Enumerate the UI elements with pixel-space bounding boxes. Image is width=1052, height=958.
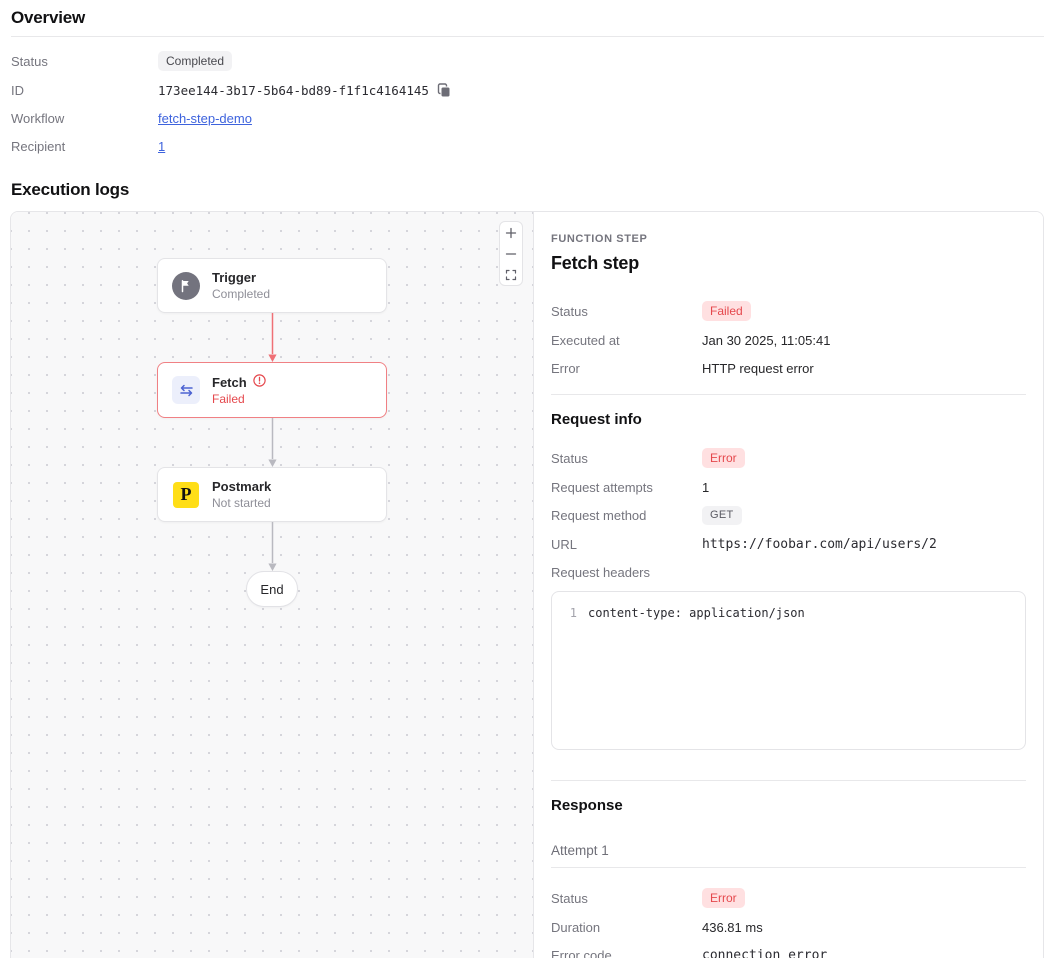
method-badge: GET: [702, 506, 742, 525]
step-type-label: FUNCTION STEP: [551, 233, 1026, 245]
node-title: Fetch: [212, 375, 247, 390]
field-label: Status: [11, 54, 158, 69]
execution-logs-title: Execution logs: [11, 180, 1044, 200]
url-value: https://foobar.com/api/users/2: [702, 537, 937, 552]
request-row-attempts: Request attempts 1: [551, 478, 1026, 496]
node-trigger[interactable]: Trigger Completed: [157, 258, 387, 313]
line-number: 1: [552, 605, 588, 622]
overview-title: Overview: [11, 8, 1044, 28]
edge-trigger-fetch: [266, 313, 279, 363]
zoom-in-icon[interactable]: [500, 222, 522, 243]
executed-at-value: Jan 30 2025, 11:05:41: [702, 333, 830, 348]
execution-logs-container: Trigger Completed Fetch: [10, 211, 1044, 958]
request-headers-code-block[interactable]: 1 content-type: application/json: [551, 591, 1026, 750]
copy-icon[interactable]: [437, 83, 451, 97]
field-label: ID: [11, 83, 158, 98]
edge-fetch-postmark: [266, 418, 279, 468]
status-badge: Completed: [158, 51, 232, 71]
fit-view-icon[interactable]: [500, 264, 522, 285]
workflow-canvas[interactable]: Trigger Completed Fetch: [11, 212, 534, 958]
error-code-value: connection_error: [702, 948, 827, 958]
response-row-duration: Duration 436.81 ms: [551, 918, 1026, 936]
field-label: Workflow: [11, 111, 158, 126]
field-label: Error code: [551, 948, 702, 958]
node-status: Failed: [212, 392, 266, 406]
divider: [551, 867, 1026, 868]
field-label: Status: [551, 891, 702, 906]
node-title: Trigger: [212, 270, 270, 285]
workflow-link[interactable]: fetch-step-demo: [158, 111, 252, 126]
request-info-rows: Status Error Request attempts 1 Request …: [551, 448, 1026, 581]
request-row-url: URL https://foobar.com/api/users/2: [551, 535, 1026, 553]
error-info-icon: [253, 374, 266, 390]
request-row-status: Status Error: [551, 448, 1026, 468]
transaction-id: 173ee144-3b17-5b64-bd89-f1f1c4164145: [158, 83, 429, 98]
node-status: Not started: [212, 496, 271, 510]
divider: [551, 394, 1026, 395]
field-label: Recipient: [11, 139, 158, 154]
zoom-out-icon[interactable]: [500, 243, 522, 264]
field-label: Status: [551, 451, 702, 466]
overview-row-id: ID 173ee144-3b17-5b64-bd89-f1f1c4164145: [11, 81, 1044, 99]
canvas-controls: [499, 221, 523, 286]
response-row-error-code: Error code connection_error: [551, 946, 1026, 958]
summary-row-error: Error HTTP request error: [551, 359, 1026, 377]
field-label: Duration: [551, 920, 702, 935]
node-postmark[interactable]: P Postmark Not started: [157, 467, 387, 522]
field-label: Request method: [551, 508, 702, 523]
status-badge: Error: [702, 448, 745, 468]
field-label: URL: [551, 537, 702, 552]
attempts-value: 1: [702, 480, 709, 495]
swap-arrows-icon: [172, 376, 200, 404]
status-badge: Failed: [702, 301, 751, 321]
field-label: Executed at: [551, 333, 702, 348]
node-title: Postmark: [212, 479, 271, 494]
code-text: content-type: application/json: [588, 605, 805, 622]
request-info-title: Request info: [551, 411, 1026, 428]
attempt-label: Attempt 1: [551, 843, 1026, 858]
request-row-method: Request method GET: [551, 506, 1026, 525]
overview-section: Overview Status Completed ID 173ee144-3b…: [11, 8, 1044, 155]
code-line: 1 content-type: application/json: [552, 605, 1025, 622]
edge-postmark-end: [266, 522, 279, 572]
divider: [551, 780, 1026, 781]
field-label: Request headers: [551, 565, 702, 580]
error-value: HTTP request error: [702, 361, 814, 376]
step-summary: Status Failed Executed at Jan 30 2025, 1…: [551, 301, 1026, 377]
page: Overview Status Completed ID 173ee144-3b…: [0, 0, 1052, 958]
overview-row-workflow: Workflow fetch-step-demo: [11, 109, 1044, 127]
divider: [11, 36, 1044, 37]
step-details-panel: FUNCTION STEP Fetch step Status Failed E…: [534, 212, 1043, 958]
response-title: Response: [551, 797, 1026, 814]
status-badge: Error: [702, 888, 745, 908]
response-row-status: Status Error: [551, 888, 1026, 908]
duration-value: 436.81 ms: [702, 920, 763, 935]
overview-row-recipient: Recipient 1: [11, 137, 1044, 155]
field-label: Request attempts: [551, 480, 702, 495]
recipient-link[interactable]: 1: [158, 139, 165, 154]
field-label: Status: [551, 304, 702, 319]
node-fetch[interactable]: Fetch Failed: [157, 362, 387, 418]
summary-row-status: Status Failed: [551, 301, 1026, 321]
field-label: Error: [551, 361, 702, 376]
summary-row-executed-at: Executed at Jan 30 2025, 11:05:41: [551, 331, 1026, 349]
step-title: Fetch step: [551, 253, 1026, 274]
flag-icon: [172, 272, 200, 300]
postmark-icon: P: [172, 481, 200, 509]
node-end[interactable]: End: [246, 571, 298, 607]
request-row-headers: Request headers: [551, 563, 1026, 581]
response-rows: Status Error Duration 436.81 ms Error co…: [551, 888, 1026, 958]
node-status: Completed: [212, 287, 270, 301]
overview-row-status: Status Completed: [11, 51, 1044, 71]
